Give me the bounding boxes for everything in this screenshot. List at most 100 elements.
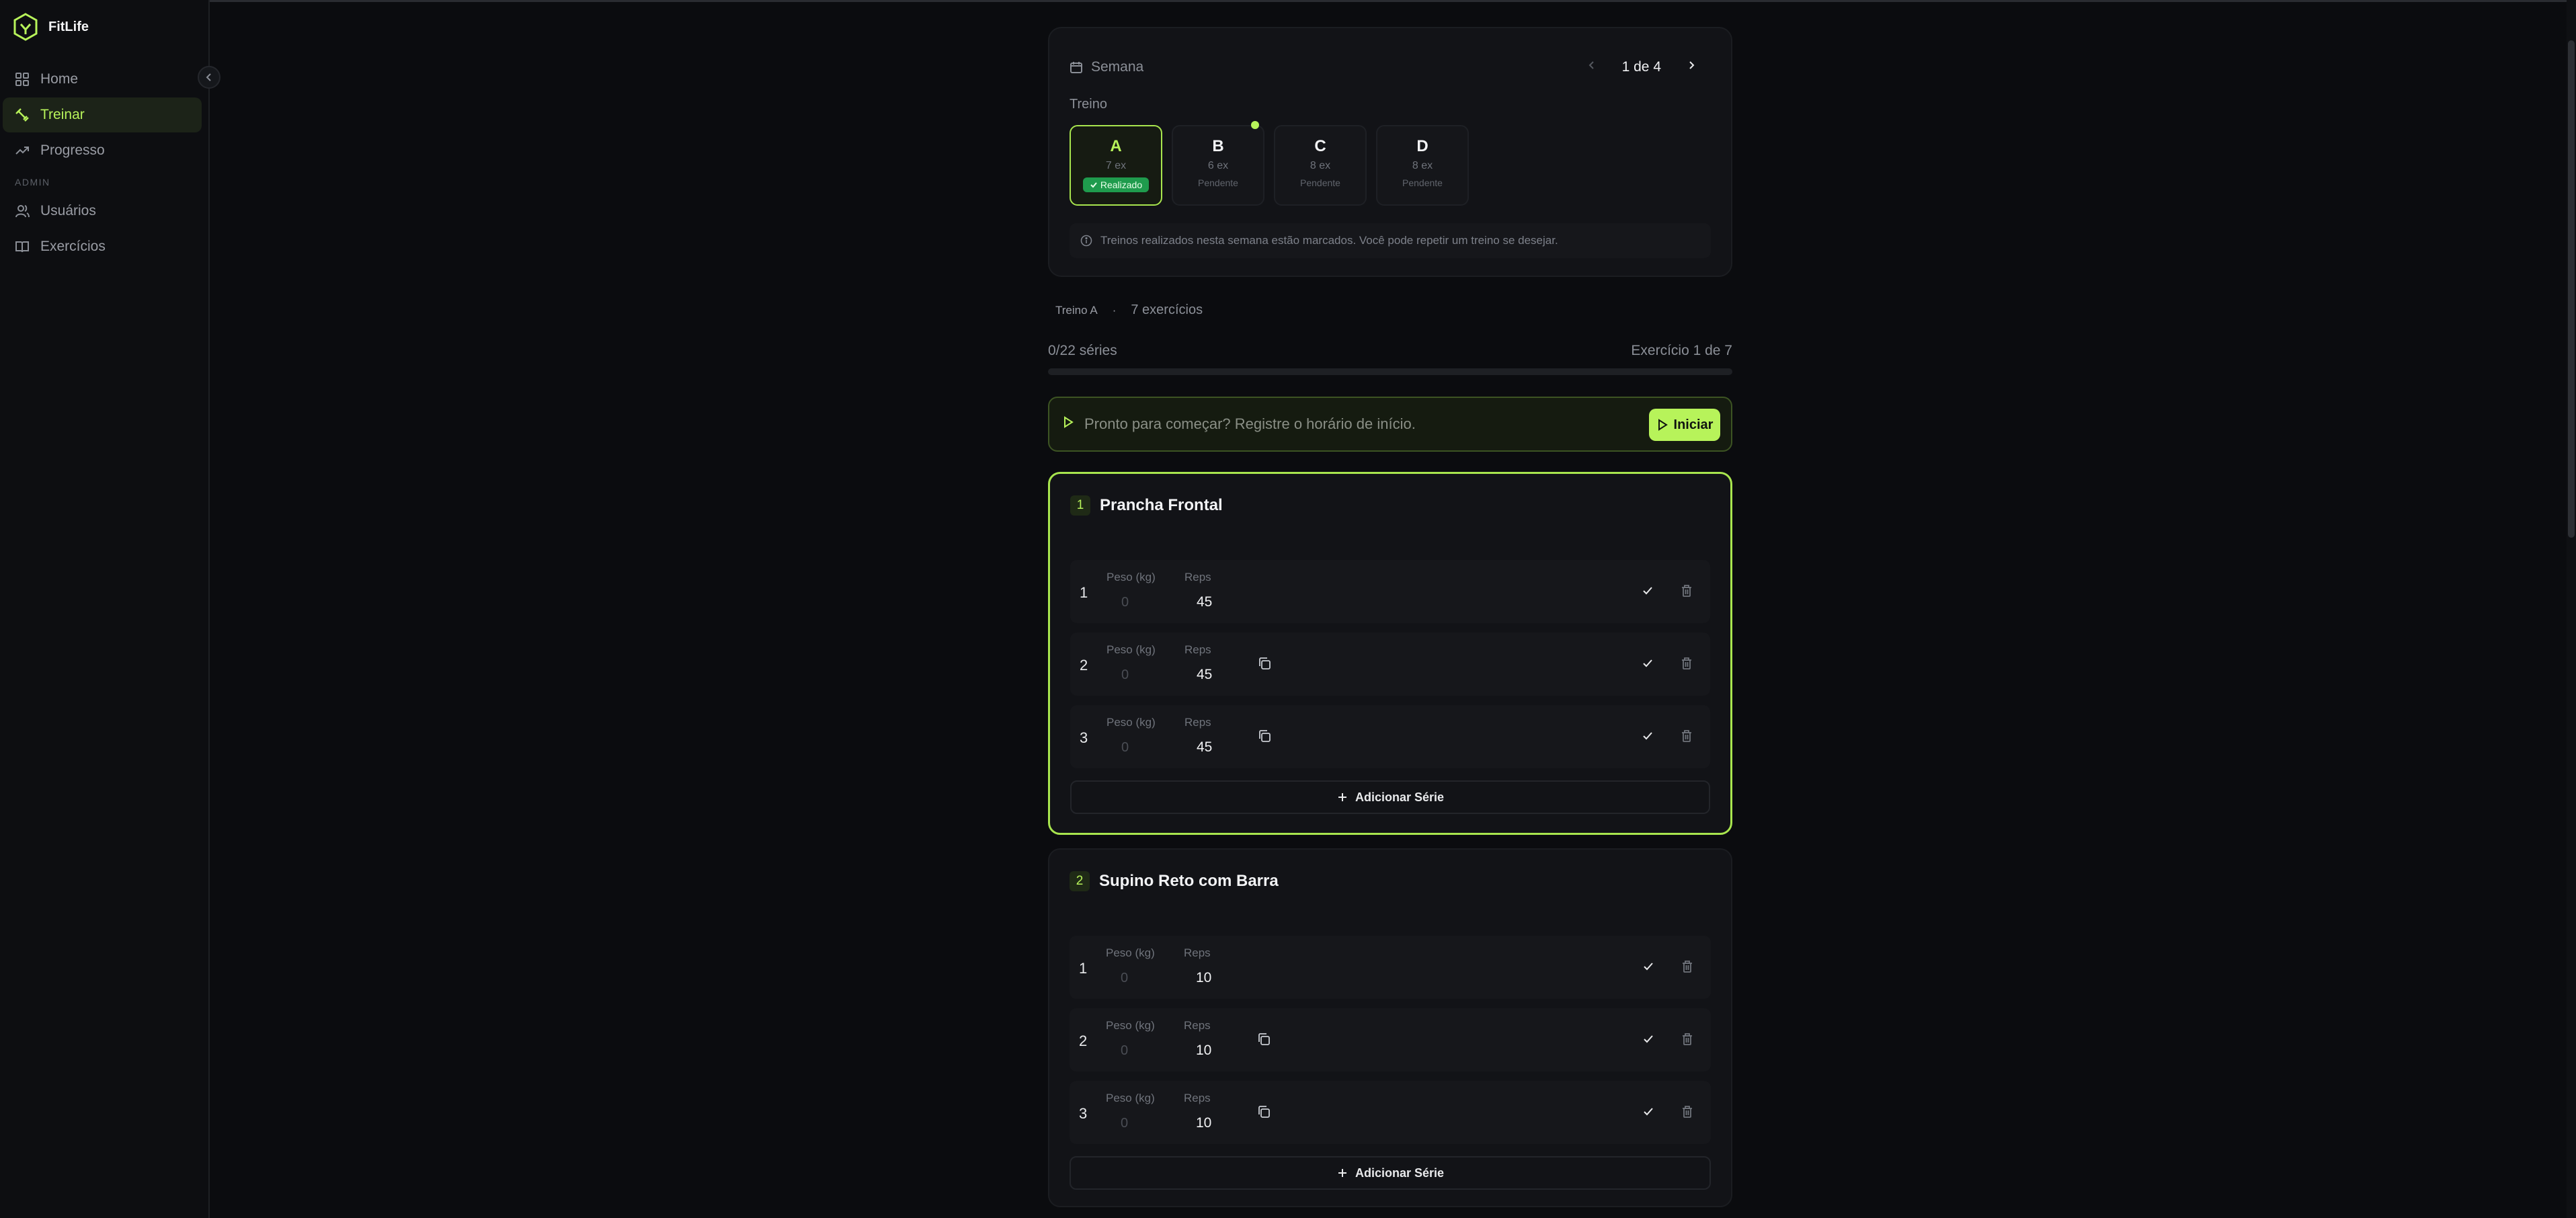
sidebar-item-progresso[interactable]: Progresso: [3, 133, 202, 168]
peso-input[interactable]: 0: [1106, 735, 1174, 760]
reps-input[interactable]: 10: [1184, 965, 1244, 991]
exercise-title: Prancha Frontal: [1100, 496, 1223, 514]
next-week-button[interactable]: [1685, 59, 1697, 75]
trash-icon[interactable]: [1680, 1032, 1695, 1047]
reps-input[interactable]: 45: [1184, 662, 1245, 688]
sidebar: FitLife Home Treinar Progresso ADMIN Usu…: [0, 0, 220, 1218]
treino-tile-a[interactable]: A 7 ex Realizado: [1070, 125, 1162, 206]
book-icon: [15, 241, 29, 253]
set-number: 2: [1079, 1032, 1088, 1049]
set-row: 3 Peso (kg) Reps 0 10: [1070, 1081, 1711, 1144]
peso-label: Peso (kg): [1106, 1092, 1155, 1104]
reps-label: Reps: [1184, 946, 1211, 959]
set-row: 1 Peso (kg) Reps 0 45: [1070, 560, 1710, 623]
start-button[interactable]: Iniciar: [1649, 409, 1720, 441]
peso-label: Peso (kg): [1106, 946, 1155, 959]
done-badge: Realizado: [1082, 177, 1150, 192]
set-number: 3: [1079, 1105, 1088, 1122]
check-icon[interactable]: [1640, 656, 1655, 671]
set-row: 2 Peso (kg) Reps 0 45: [1070, 633, 1710, 696]
check-icon[interactable]: [1641, 1032, 1656, 1047]
sidebar-item-label: Exercícios: [40, 239, 106, 254]
reps-label: Reps: [1184, 716, 1211, 729]
trend-up-icon: [15, 147, 29, 155]
peso-input[interactable]: 0: [1106, 965, 1173, 991]
reps-input[interactable]: 45: [1184, 590, 1245, 615]
trash-icon[interactable]: [1679, 656, 1694, 671]
session-summary: Treino A · 7 exercícios: [1055, 302, 1203, 318]
sidebar-item-label: Treinar: [40, 107, 85, 122]
copy-icon[interactable]: [1256, 1032, 1271, 1047]
tile-status: Pendente: [1402, 177, 1443, 188]
treino-tile-d[interactable]: D 8 ex Pendente: [1376, 125, 1469, 206]
add-set-label: Adicionar Série: [1355, 790, 1445, 804]
peso-input[interactable]: 0: [1106, 1038, 1173, 1063]
week-pager: 1 de 4: [1586, 54, 1697, 81]
info-text: Treinos realizados nesta semana estão ma…: [1100, 234, 1558, 247]
peso-label: Peso (kg): [1106, 1019, 1155, 1032]
peso-input[interactable]: 0: [1106, 1110, 1173, 1136]
reps-label: Reps: [1184, 643, 1211, 656]
copy-icon[interactable]: [1257, 656, 1272, 671]
exercise-header: 1 Prancha Frontal: [1070, 495, 1223, 516]
treino-name: Treino A: [1055, 303, 1098, 317]
reps-input[interactable]: 10: [1184, 1110, 1244, 1136]
tile-status: Pendente: [1300, 177, 1340, 188]
trash-icon[interactable]: [1680, 959, 1695, 974]
exercise-title: Supino Reto com Barra: [1099, 872, 1279, 890]
tile-status: Pendente: [1198, 177, 1238, 188]
sidebar-item-usuarios[interactable]: Usuários: [3, 194, 202, 229]
sidebar-nav: Home Treinar Progresso ADMIN Usuários Ex…: [3, 62, 202, 265]
check-icon[interactable]: [1641, 959, 1656, 974]
exercise-card: 1 Prancha Frontal 1 Peso (kg) Reps 0 45 …: [1048, 472, 1732, 835]
peso-input[interactable]: 0: [1106, 590, 1174, 615]
sidebar-item-home[interactable]: Home: [3, 62, 202, 97]
treino-tile-b[interactable]: B 6 ex Pendente: [1172, 125, 1264, 206]
trash-icon[interactable]: [1680, 1104, 1695, 1119]
current-indicator-dot: [1251, 121, 1259, 129]
check-icon: [1090, 182, 1097, 188]
play-icon: [1658, 419, 1668, 431]
set-number: 3: [1080, 729, 1088, 746]
peso-label: Peso (kg): [1106, 571, 1156, 583]
trash-icon[interactable]: [1679, 583, 1694, 598]
scrollbar[interactable]: [2567, 0, 2576, 1218]
sidebar-item-exercicios[interactable]: Exercícios: [3, 229, 202, 264]
add-set-button[interactable]: Adicionar Série: [1070, 780, 1710, 814]
exercise-card: 2 Supino Reto com Barra 1 Peso (kg) Reps…: [1048, 848, 1732, 1207]
exercise-number: 2: [1070, 871, 1090, 891]
set-row: 3 Peso (kg) Reps 0 45: [1070, 705, 1710, 768]
series-progress: 0/22 séries: [1048, 343, 1117, 358]
chevron-left-icon: [206, 73, 211, 81]
progress-bar: [1048, 368, 1732, 375]
week-header: Semana 1 de 4: [1070, 54, 1711, 81]
peso-label: Peso (kg): [1106, 643, 1156, 656]
check-icon[interactable]: [1640, 729, 1655, 743]
set-row: 1 Peso (kg) Reps 0 10: [1070, 936, 1711, 999]
check-icon[interactable]: [1641, 1104, 1656, 1119]
treino-tile-c[interactable]: C 8 ex Pendente: [1274, 125, 1367, 206]
brand[interactable]: FitLife: [12, 12, 89, 42]
collapse-sidebar-button[interactable]: [198, 66, 220, 89]
add-set-button[interactable]: Adicionar Série: [1070, 1156, 1711, 1190]
prev-week-button[interactable]: [1586, 59, 1598, 75]
copy-icon[interactable]: [1257, 729, 1272, 743]
tile-exercise-count: 6 ex: [1207, 160, 1229, 171]
set-number: 1: [1079, 960, 1088, 977]
exercise-count: 7 exercícios: [1131, 302, 1203, 317]
check-icon[interactable]: [1640, 583, 1655, 598]
copy-icon[interactable]: [1256, 1104, 1271, 1119]
reps-input[interactable]: 10: [1184, 1038, 1244, 1063]
sidebar-item-treinar[interactable]: Treinar: [3, 97, 202, 132]
peso-input[interactable]: 0: [1106, 662, 1174, 688]
tile-letter: D: [1416, 137, 1428, 155]
grid-icon: [15, 73, 29, 86]
scrollbar-thumb[interactable]: [2568, 40, 2575, 538]
peso-label: Peso (kg): [1106, 716, 1156, 729]
exercise-number: 1: [1070, 495, 1090, 516]
trash-icon[interactable]: [1679, 729, 1694, 743]
play-icon: [1061, 415, 1075, 433]
add-set-label: Adicionar Série: [1355, 1166, 1445, 1180]
set-row: 2 Peso (kg) Reps 0 10: [1070, 1008, 1711, 1071]
reps-input[interactable]: 45: [1184, 735, 1245, 760]
